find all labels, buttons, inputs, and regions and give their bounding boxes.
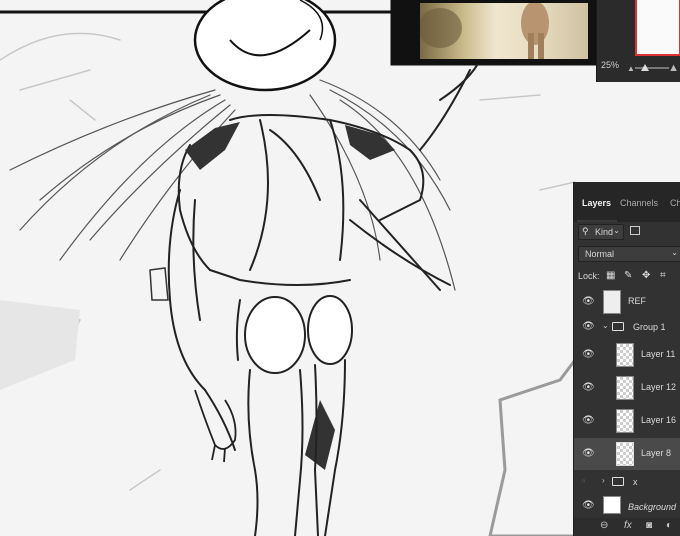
layer-name: Layer 12 (641, 382, 677, 392)
layer-thumbnail (603, 496, 621, 514)
eye-icon[interactable]: 👁 (582, 296, 595, 307)
layer-filter-kind[interactable]: ⚲ Kind ⌄ (578, 224, 624, 240)
zoom-level[interactable]: 25% (601, 60, 619, 70)
layer-row-selected[interactable]: 👁 Layer 8 (574, 438, 680, 470)
lock-paint-icon[interactable]: ✎ (624, 270, 632, 281)
blend-mode-select[interactable]: Normal ⌄ (578, 246, 680, 262)
layer-name: Layer 8 (641, 448, 672, 458)
mask-icon[interactable]: ◙ (646, 520, 652, 531)
lock-artboard-icon[interactable]: ⌗ (660, 270, 666, 281)
layer-row[interactable]: 👁 Layer 11 (574, 339, 680, 371)
image-filter-icon[interactable] (630, 226, 640, 235)
tab-channels-overflow[interactable]: Ch (670, 198, 680, 208)
folder-icon (612, 322, 624, 331)
layer-name: Group 1 (633, 322, 666, 332)
lock-transparency-icon[interactable]: ▦ (606, 270, 615, 281)
link-icon[interactable]: ⊖ (600, 520, 608, 531)
layer-name: Layer 11 (641, 349, 676, 359)
folder-icon (612, 477, 624, 486)
zoom-slider[interactable]: ▲ ▲ (627, 62, 679, 74)
tab-active-indicator (577, 220, 617, 222)
zoom-out-icon[interactable]: ▲ (627, 64, 635, 73)
reference-image-window[interactable] (392, 0, 596, 64)
visibility-off-icon[interactable]: ▫ (582, 476, 586, 487)
eye-icon[interactable]: 👁 (582, 448, 595, 459)
eye-icon[interactable]: 👁 (582, 321, 595, 332)
layer-group-row[interactable]: ▫ › x (574, 470, 680, 494)
layer-thumbnail (616, 343, 634, 367)
lock-position-icon[interactable]: ✥ (642, 270, 650, 281)
layer-thumbnail (616, 409, 634, 433)
layer-row-background[interactable]: 👁 Background (574, 494, 680, 518)
chevron-down-icon: ⌄ (613, 226, 620, 235)
navigator-thumbnail[interactable] (635, 0, 680, 56)
layer-thumbnail (616, 376, 634, 400)
navigator-panel: 25% ▲ ▲ (596, 0, 680, 82)
chevron-right-icon[interactable]: › (602, 476, 605, 485)
tab-channels[interactable]: Channels (620, 198, 658, 208)
eye-icon[interactable]: 👁 (582, 415, 595, 426)
lock-label: Lock: (578, 271, 600, 281)
zoom-in-icon[interactable]: ▲ (668, 62, 679, 74)
layer-thumbnail (616, 442, 634, 466)
chevron-down-icon[interactable]: ⌄ (602, 321, 609, 330)
layer-name: Background (628, 502, 677, 512)
panel-tabs: Layers Channels Ch (574, 182, 680, 222)
layer-row[interactable]: 👁 Layer 16 (574, 405, 680, 437)
layer-name: x (633, 477, 638, 487)
tab-layers[interactable]: Layers (582, 198, 611, 208)
fx-icon[interactable]: fx (624, 520, 632, 531)
layer-name: REF (628, 296, 646, 306)
layer-group-row[interactable]: 👁 ⌄ Group 1 (574, 313, 680, 339)
eye-icon[interactable]: 👁 (582, 500, 595, 511)
eye-icon[interactable]: 👁 (582, 382, 595, 393)
adjustment-icon[interactable]: ◐ (666, 520, 672, 531)
reference-photo (420, 3, 588, 59)
layers-panel-footer: ⊖ fx ◙ ◐ (574, 518, 680, 536)
search-icon: ⚲ (582, 226, 589, 236)
layer-thumbnail (603, 290, 621, 314)
layers-panel: Layers Channels Ch ⚲ Kind ⌄ Normal ⌄ Loc… (573, 182, 680, 536)
filter-kind-label: Kind (595, 227, 614, 237)
blend-mode-value: Normal (585, 249, 615, 259)
layer-row[interactable]: 👁 Layer 12 (574, 372, 680, 404)
layer-name: Layer 16 (641, 415, 677, 425)
eye-icon[interactable]: 👁 (582, 349, 595, 360)
zoom-slider-knob[interactable] (641, 64, 649, 71)
lock-row: Lock: ▦ ✎ ✥ ⌗ (578, 270, 680, 284)
chevron-down-icon: ⌄ (671, 248, 678, 257)
